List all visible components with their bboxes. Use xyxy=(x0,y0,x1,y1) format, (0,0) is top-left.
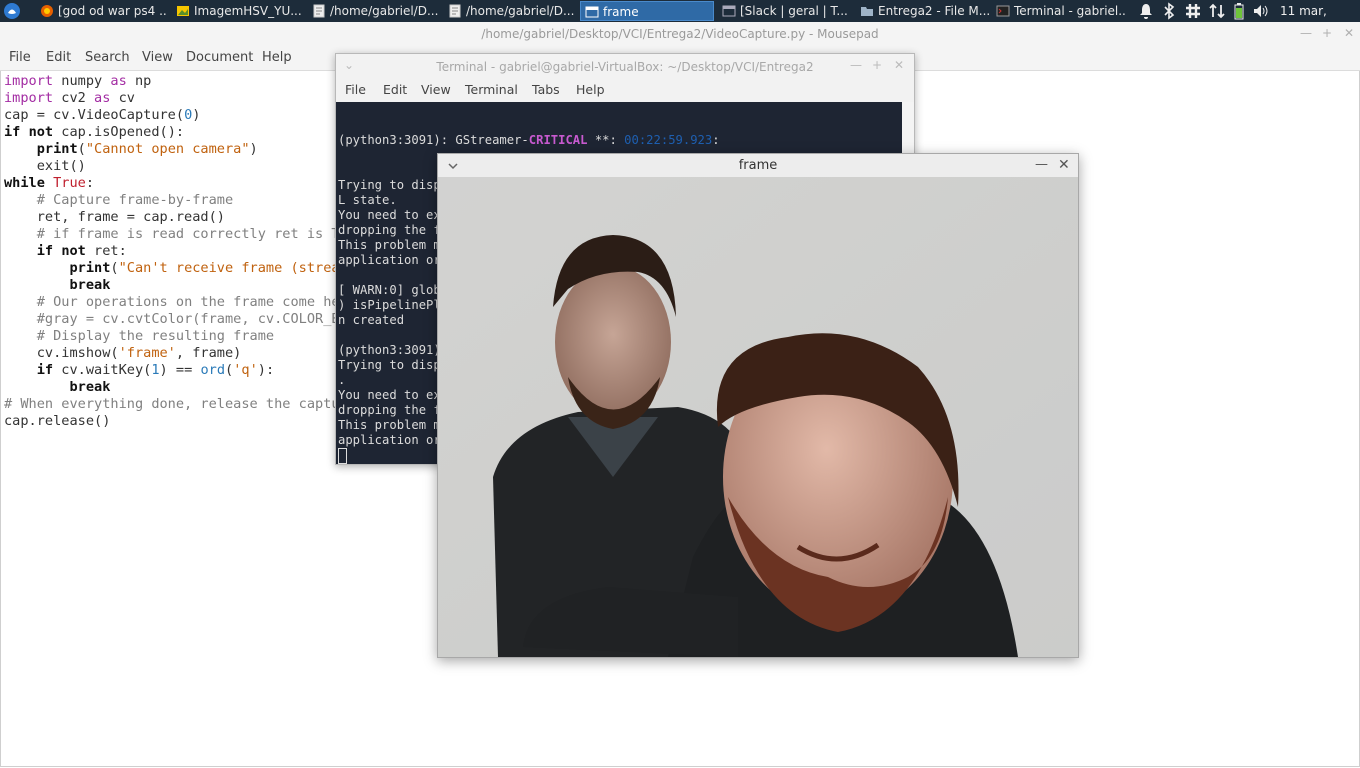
taskbar-item-label: [god od war ps4 ... xyxy=(58,4,166,18)
code-line[interactable]: if cv.waitKey(1) == ord('q'): xyxy=(4,362,348,379)
code-line[interactable]: import cv2 as cv xyxy=(4,90,348,107)
taskbar-item-frame[interactable]: frame xyxy=(580,1,714,21)
menu-file[interactable]: File xyxy=(9,50,31,65)
terminal-icon xyxy=(996,5,1010,17)
taskbar-item-label: Entrega2 - File M... xyxy=(878,4,990,18)
code-line[interactable]: exit() xyxy=(4,158,348,175)
taskbar-item-mousepad-2[interactable]: /home/gabriel/D... xyxy=(444,1,578,21)
firefox-icon xyxy=(41,5,53,17)
code-line[interactable]: import numpy as np xyxy=(4,73,348,90)
frame-titlebar[interactable]: frame — ✕ xyxy=(438,154,1078,178)
minimize-icon[interactable]: — xyxy=(1035,157,1048,172)
text-editor-icon xyxy=(449,4,461,18)
close-icon[interactable]: ✕ xyxy=(1344,26,1354,40)
window-icon xyxy=(585,6,599,18)
code-line[interactable]: if not ret: xyxy=(4,243,348,260)
terminal-line-prefix: (python3:3091): GStreamer- xyxy=(338,133,529,147)
minimize-icon[interactable]: — xyxy=(850,58,862,72)
menu-view[interactable]: View xyxy=(421,82,451,97)
whisker-menu-icon[interactable] xyxy=(3,2,21,20)
code-line[interactable]: # When everything done, release the capt… xyxy=(4,396,348,413)
taskbar-item-file-manager[interactable]: Entrega2 - File M... xyxy=(856,1,990,21)
terminal-titlebar[interactable]: ⌄ Terminal - gabriel@gabriel-VirtualBox:… xyxy=(336,54,914,78)
volume-icon[interactable] xyxy=(1252,2,1270,20)
image-viewer-icon xyxy=(177,6,189,16)
network-icon[interactable] xyxy=(1208,2,1226,20)
maximize-icon[interactable]: + xyxy=(872,58,882,72)
window-icon xyxy=(722,5,736,17)
code-line[interactable]: # Capture frame-by-frame xyxy=(4,192,348,209)
maximize-icon[interactable]: + xyxy=(1322,26,1332,40)
slack-icon[interactable] xyxy=(1184,2,1202,20)
taskbar-item-label: /home/gabriel/D... xyxy=(330,4,439,18)
menu-help[interactable]: Help xyxy=(576,82,605,97)
frame-window-title: frame xyxy=(738,158,778,173)
code-line[interactable]: # Our operations on the frame come her xyxy=(4,294,348,311)
taskbar-item-terminal[interactable]: Terminal - gabriel... xyxy=(992,1,1126,21)
code-text[interactable]: import numpy as np import cv2 as cv cap = … xyxy=(4,73,348,430)
menu-edit[interactable]: Edit xyxy=(383,82,407,97)
code-line[interactable]: break xyxy=(4,277,348,294)
taskbar-item-image-viewer[interactable]: ImagemHSV_YU... xyxy=(172,1,306,21)
menu-view[interactable]: View xyxy=(142,50,173,65)
close-icon[interactable]: ✕ xyxy=(1058,157,1070,173)
menu-help[interactable]: Help xyxy=(262,50,292,65)
taskbar-item-label: [Slack | geral | T... xyxy=(740,4,848,18)
code-line[interactable]: ret, frame = cap.read() xyxy=(4,209,348,226)
terminal-line-end: : xyxy=(712,133,720,147)
taskbar-item-slack[interactable]: [Slack | geral | T... xyxy=(718,1,852,21)
webcam-frame-image xyxy=(438,177,1078,657)
menu-file[interactable]: File xyxy=(345,82,366,97)
minimize-icon[interactable]: — xyxy=(1300,26,1312,40)
menu-search[interactable]: Search xyxy=(85,50,130,65)
taskbar-item-label: ImagemHSV_YU... xyxy=(194,4,302,18)
menu-tabs[interactable]: Tabs xyxy=(532,82,560,97)
menu-document[interactable]: Document xyxy=(186,50,253,65)
menu-edit[interactable]: Edit xyxy=(46,50,71,65)
terminal-line-mid: **: xyxy=(587,133,625,147)
code-line[interactable]: print("Cannot open camera") xyxy=(4,141,348,158)
taskbar-item-label: Terminal - gabriel... xyxy=(1014,4,1126,18)
taskbar-item-label: /home/gabriel/D... xyxy=(466,4,575,18)
bluetooth-icon[interactable] xyxy=(1162,2,1176,20)
code-line[interactable]: cap.release() xyxy=(4,413,348,430)
menu-terminal[interactable]: Terminal xyxy=(465,82,518,97)
code-line[interactable]: cap = cv.VideoCapture(0) xyxy=(4,107,348,124)
terminal-line: (python3:3091): GStreamer-CRITICAL **: 0… xyxy=(338,133,902,148)
log-timestamp: 00:22:59.923 xyxy=(624,133,713,147)
terminal-window-title: Terminal - gabriel@gabriel-VirtualBox: ~… xyxy=(436,60,814,74)
code-line[interactable]: if not cap.isOpened(): xyxy=(4,124,348,141)
mousepad-titlebar[interactable]: /home/gabriel/Desktop/VCI/Entrega2/Video… xyxy=(0,22,1360,47)
code-line[interactable]: cv.imshow('frame', frame) xyxy=(4,345,348,362)
text-editor-icon xyxy=(313,4,325,18)
code-line[interactable]: break xyxy=(4,379,348,396)
battery-icon[interactable] xyxy=(1232,2,1246,20)
terminal-cursor xyxy=(338,448,347,464)
terminal-menubar: File Edit View Terminal Tabs Help xyxy=(336,78,914,103)
code-line[interactable]: print("Can't receive frame (stream xyxy=(4,260,347,277)
code-line[interactable]: # Display the resulting frame xyxy=(4,328,348,345)
frame-window[interactable]: frame — ✕ xyxy=(437,153,1079,658)
top-panel: [god od war ps4 ... ImagemHSV_YU... /hom… xyxy=(0,0,1360,40)
taskbar-item-mousepad-1[interactable]: /home/gabriel/D... xyxy=(308,1,442,21)
code-line[interactable]: # if frame is read correctly ret is Tr xyxy=(4,226,348,243)
code-line[interactable]: while True: xyxy=(4,175,348,192)
log-level: CRITICAL xyxy=(528,133,588,147)
code-line[interactable]: #gray = cv.cvtColor(frame, cv.COLOR_BG xyxy=(4,311,348,328)
taskbar-item-firefox[interactable]: [god od war ps4 ... xyxy=(36,1,166,21)
clock[interactable]: 11 mar, 00:23 xyxy=(1280,0,1360,40)
taskbar-item-label: frame xyxy=(603,5,639,19)
close-icon[interactable]: ✕ xyxy=(894,58,904,72)
folder-icon xyxy=(861,7,873,16)
bell-icon[interactable] xyxy=(1138,2,1154,20)
mousepad-window-title: /home/gabriel/Desktop/VCI/Entrega2/Video… xyxy=(481,27,879,41)
